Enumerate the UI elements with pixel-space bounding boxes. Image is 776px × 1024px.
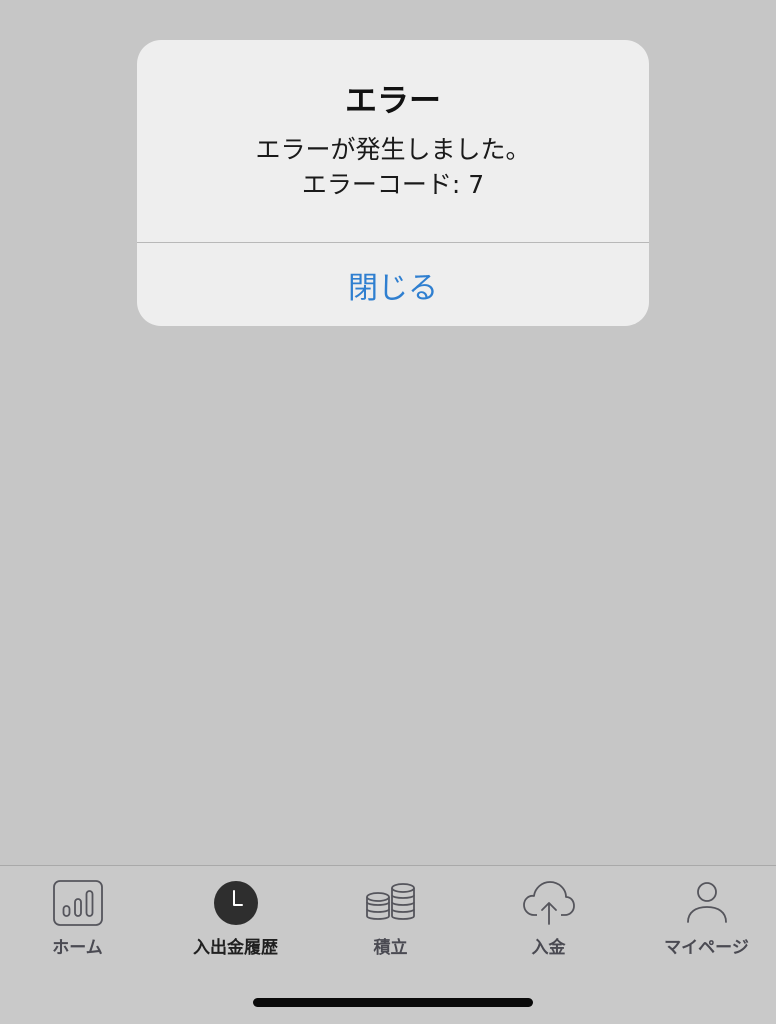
- chart-bars-icon: [50, 878, 106, 928]
- clock-icon: [208, 878, 264, 928]
- tab-home-label: ホーム: [52, 938, 103, 958]
- alert-message: エラーが発生しました。 エラーコード: 7: [137, 132, 649, 202]
- tab-my-page[interactable]: マイページ: [629, 878, 776, 958]
- alert-error-code: エラーコード: 7: [301, 170, 485, 199]
- person-icon: [679, 878, 735, 928]
- tab-deposit[interactable]: 入金: [471, 878, 626, 958]
- tab-savings-label: 積立: [373, 938, 408, 958]
- tab-home[interactable]: ホーム: [0, 878, 155, 958]
- alert-title: エラー: [344, 81, 441, 119]
- close-button[interactable]: 閉じる: [137, 243, 649, 326]
- alert-body: エラー エラーが発生しました。 エラーコード: 7: [137, 40, 649, 242]
- tab-transaction-history[interactable]: 入出金履歴: [158, 878, 313, 958]
- tab-transaction-history-label: 入出金履歴: [193, 938, 278, 958]
- cloud-upload-icon: [521, 878, 577, 928]
- alert-message-line: エラーが発生しました。: [255, 135, 531, 164]
- tab-my-page-label: マイページ: [664, 938, 749, 958]
- coin-stack-icon: [363, 878, 419, 928]
- screen: エラー エラーが発生しました。 エラーコード: 7 閉じる ホーム 入出金履歴 …: [0, 0, 776, 1024]
- error-alert-dialog: エラー エラーが発生しました。 エラーコード: 7 閉じる: [137, 40, 649, 326]
- tab-savings[interactable]: 積立: [313, 878, 468, 958]
- tab-deposit-label: 入金: [531, 938, 566, 958]
- home-indicator: [253, 998, 533, 1007]
